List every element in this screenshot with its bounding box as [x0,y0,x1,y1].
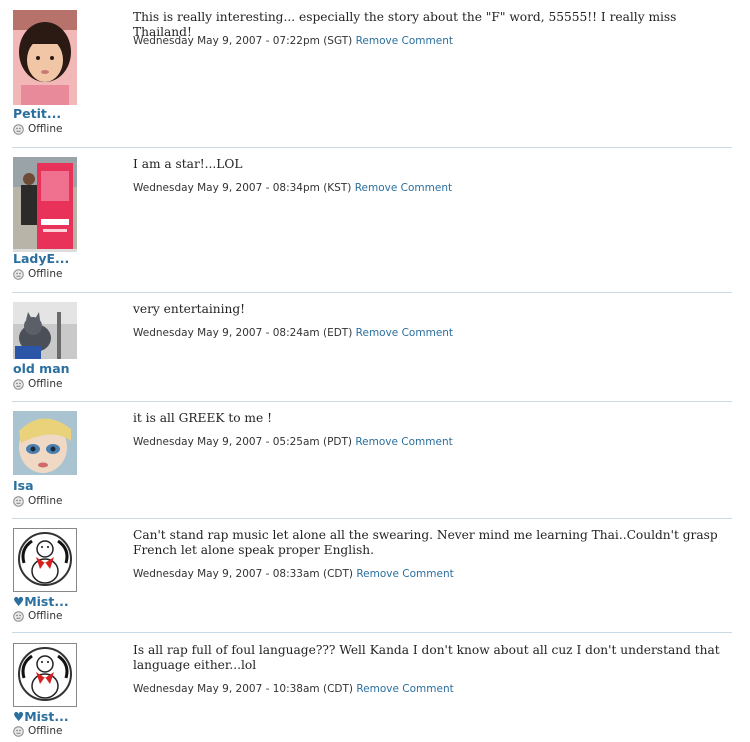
status-label: Offline [28,610,63,622]
online-status: Offline [13,378,62,390]
commenter-name-link[interactable]: Petit... [13,106,61,121]
remove-comment-link[interactable]: Remove Comment [356,568,453,580]
avatar-doll-face-icon[interactable] [13,411,77,475]
status-label: Offline [28,725,63,737]
remove-comment-link[interactable]: Remove Comment [356,683,453,695]
offline-status-icon [13,378,24,390]
comment-meta: Wednesday May 9, 2007 - 05:25am (PDT) Re… [133,436,453,448]
avatar-snowman-icon[interactable] [13,643,77,707]
comment-item: Petit... Offline This is really interest… [0,0,750,148]
commenter-name-link[interactable]: old man [13,361,70,376]
online-status: Offline [13,123,62,135]
comment-text: I am a star!...LOL [133,157,243,171]
comment-timestamp: Wednesday May 9, 2007 - 05:25am (PDT) [133,436,352,448]
offline-status-icon [13,268,24,280]
comment-text: it is all GREEK to me ! [133,411,272,425]
commenter-name-link[interactable]: ♥Mist... [13,709,69,724]
comment-text: Can't stand rap music let alone all the … [133,528,718,557]
comment-meta: Wednesday May 9, 2007 - 10:38am (CDT) Re… [133,683,454,695]
comment-item: ♥Mist... Offline Can't stand rap music l… [0,518,750,633]
comment-meta: Wednesday May 9, 2007 - 07:22pm (SGT) Re… [133,35,453,47]
offline-status-icon [13,725,24,737]
remove-comment-link[interactable]: Remove Comment [355,182,452,194]
offline-status-icon [13,495,24,507]
status-label: Offline [28,123,63,135]
commenter-name-link[interactable]: LadyE... [13,251,69,266]
online-status: Offline [13,268,62,280]
remove-comment-link[interactable]: Remove Comment [355,436,452,448]
comment-text: very entertaining! [133,302,246,316]
comment-item: old man Offline very entertaining! Wedne… [0,292,750,402]
comment-meta: Wednesday May 9, 2007 - 08:33am (CDT) Re… [133,568,454,580]
commenter-name-link[interactable]: Isa [13,478,34,493]
avatar-cat-photo-icon[interactable] [13,302,77,359]
comment-timestamp: Wednesday May 9, 2007 - 08:34pm (KST) [133,182,352,194]
avatar-snowman-icon[interactable] [13,528,77,592]
comment-timestamp: Wednesday May 9, 2007 - 10:38am (CDT) [133,683,353,695]
comment-timestamp: Wednesday May 9, 2007 - 07:22pm (SGT) [133,35,353,47]
commenter-name-link[interactable]: ♥Mist... [13,594,69,609]
comment-timestamp: Wednesday May 9, 2007 - 08:24am (EDT) [133,327,353,339]
online-status: Offline [13,610,62,622]
comment-text: Is all rap full of foul language??? Well… [133,643,720,672]
status-label: Offline [28,268,63,280]
comment-meta: Wednesday May 9, 2007 - 08:34pm (KST) Re… [133,182,452,194]
online-status: Offline [13,725,62,737]
comment-item: Isa Offline it is all GREEK to me ! Wedn… [0,401,750,519]
offline-status-icon [13,610,24,622]
comment-timestamp: Wednesday May 9, 2007 - 08:33am (CDT) [133,568,353,580]
offline-status-icon [13,123,24,135]
status-label: Offline [28,495,63,507]
remove-comment-link[interactable]: Remove Comment [356,35,453,47]
avatar-picasso-poster-icon[interactable] [13,157,77,252]
comment-item: ♥Mist... Offline Is all rap full of foul… [0,633,750,742]
remove-comment-link[interactable]: Remove Comment [356,327,453,339]
online-status: Offline [13,495,62,507]
status-label: Offline [28,378,63,390]
avatar-child-photo-icon[interactable] [13,10,77,105]
comment-meta: Wednesday May 9, 2007 - 08:24am (EDT) Re… [133,327,453,339]
comment-item: LadyE... Offline I am a star!...LOL Wedn… [0,147,750,293]
